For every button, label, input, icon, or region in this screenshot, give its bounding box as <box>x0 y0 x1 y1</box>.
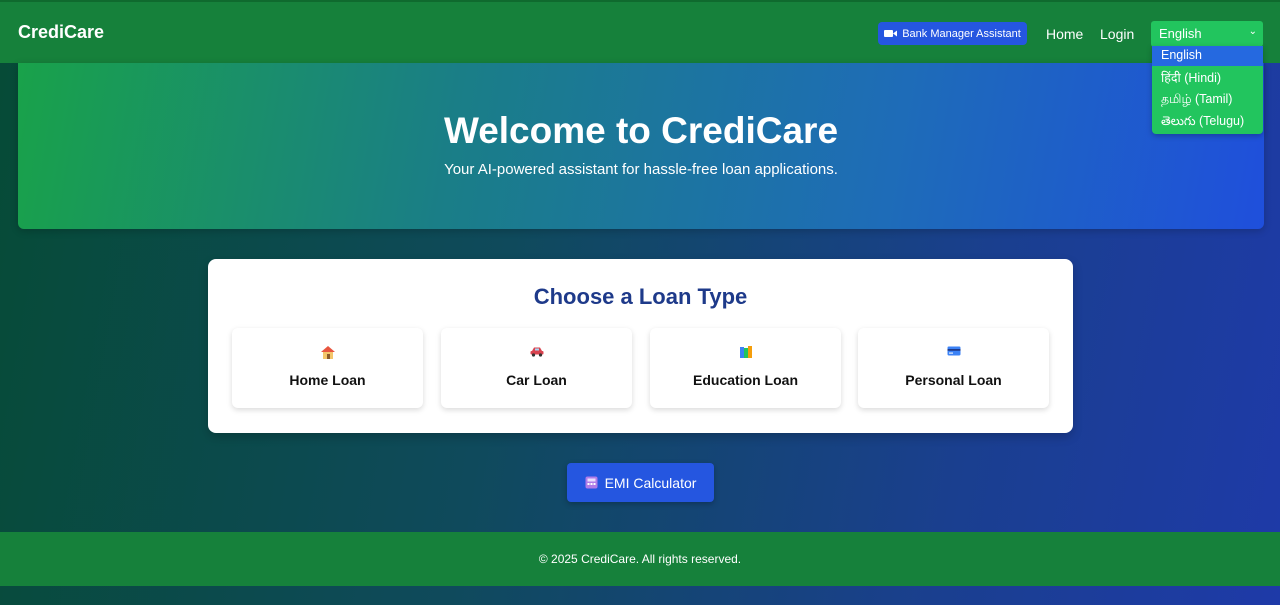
nav-link-home[interactable]: Home <box>1046 26 1083 42</box>
hero-subtitle: Your AI-powered assistant for hassle-fre… <box>444 161 838 178</box>
loan-option-education[interactable]: Education Loan <box>650 328 841 408</box>
language-option-telugu[interactable]: తెలుగు (Telugu) <box>1152 111 1263 134</box>
loan-option-label: Car Loan <box>506 372 567 388</box>
language-option-hindi[interactable]: हिंदी (Hindi) <box>1152 66 1263 89</box>
loan-option-personal[interactable]: Personal Loan <box>858 328 1049 408</box>
language-select[interactable]: English ⌄ <box>1151 21 1263 47</box>
car-icon <box>441 346 632 357</box>
loan-option-label: Home Loan <box>289 372 366 388</box>
bank-manager-assistant-button[interactable]: Bank Manager Assistant <box>878 22 1027 45</box>
calculator-icon <box>585 476 598 489</box>
assistant-button-label: Bank Manager Assistant <box>902 27 1021 40</box>
emi-calculator-button[interactable]: EMI Calculator <box>567 463 714 502</box>
navbar: CrediCare Bank Manager Assistant Home Lo… <box>0 0 1280 63</box>
nav-link-login[interactable]: Login <box>1100 26 1134 42</box>
credit-card-icon <box>858 346 1049 356</box>
brand-logo[interactable]: CrediCare <box>18 22 104 43</box>
hero-banner: Welcome to CrediCare Your AI-powered ass… <box>18 63 1264 229</box>
loan-type-title: Choose a Loan Type <box>533 284 748 309</box>
language-option-english[interactable]: English <box>1152 46 1263 66</box>
language-dropdown-menu: English हिंदी (Hindi) தமிழ் (Tamil) తెలు… <box>1152 46 1263 134</box>
video-camera-icon <box>884 30 898 37</box>
hero-title: Welcome to CrediCare <box>443 110 839 151</box>
loan-option-home[interactable]: Home Loan <box>232 328 423 408</box>
language-select-value: English <box>1159 26 1202 41</box>
loan-option-label: Personal Loan <box>905 372 1002 388</box>
loan-option-car[interactable]: Car Loan <box>441 328 632 408</box>
chevron-down-icon: ⌄ <box>1248 26 1257 37</box>
footer-copyright: © 2025 CrediCare. All rights reserved. <box>538 552 742 566</box>
language-option-tamil[interactable]: தமிழ் (Tamil) <box>1152 89 1263 112</box>
books-icon <box>650 346 841 358</box>
footer: © 2025 CrediCare. All rights reserved. <box>0 532 1280 586</box>
house-icon <box>232 346 423 359</box>
emi-calculator-label: EMI Calculator <box>604 474 697 491</box>
loan-option-label: Education Loan <box>693 372 798 388</box>
loan-type-card: Choose a Loan Type Home Loan Car Loan Ed… <box>208 259 1073 433</box>
